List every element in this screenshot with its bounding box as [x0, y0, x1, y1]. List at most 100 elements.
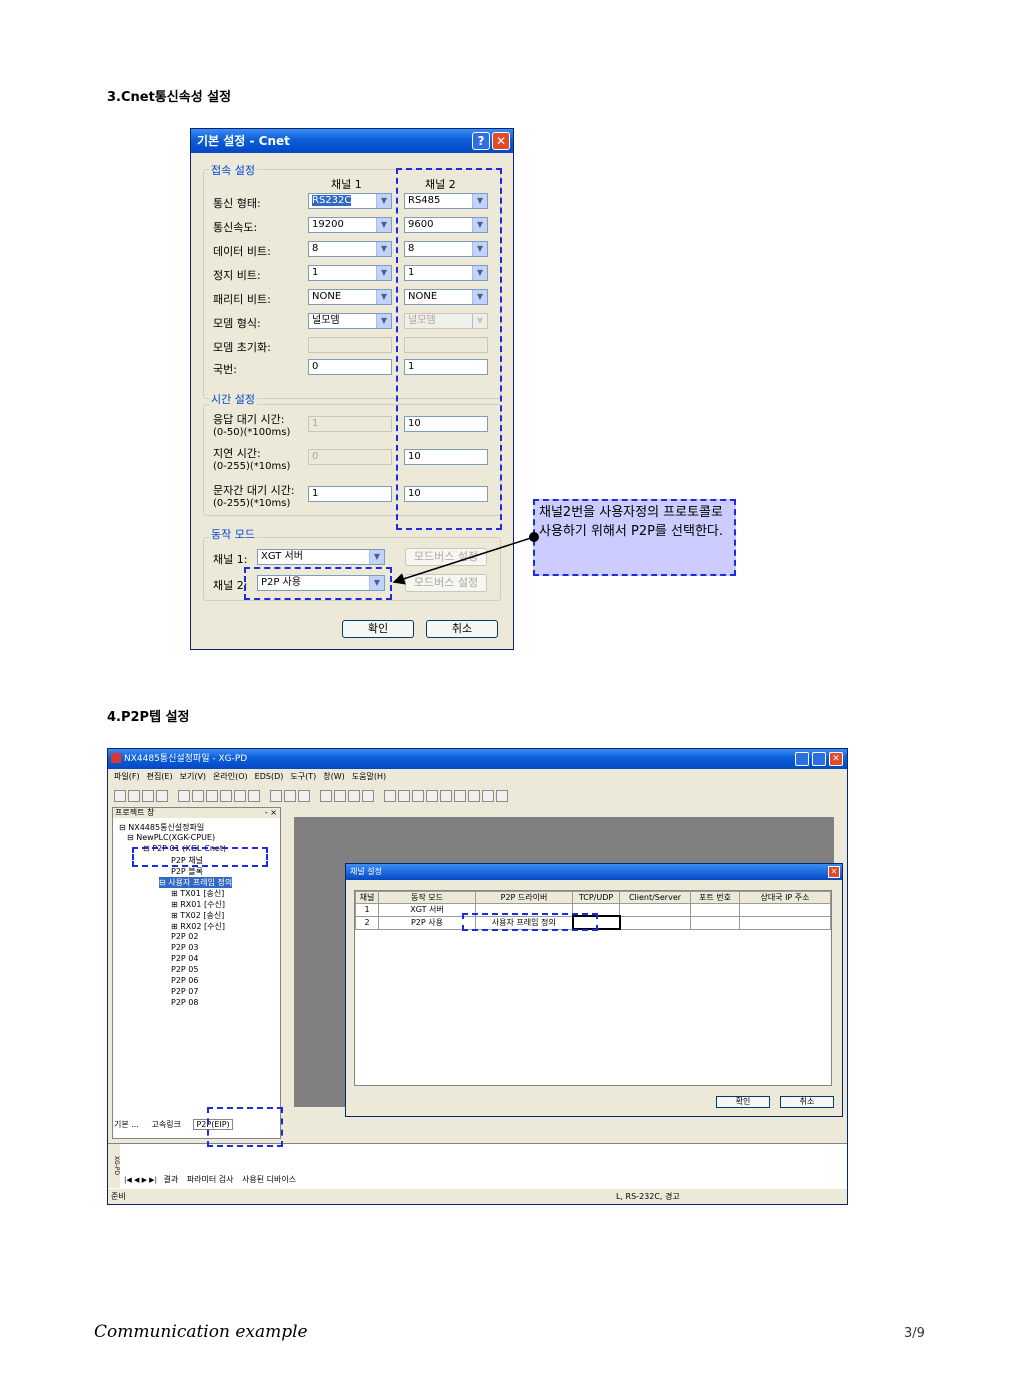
- project-pane-title: 프로젝트 창: [115, 808, 155, 817]
- status-left: 준비: [111, 1192, 126, 1201]
- table-header-row: 채널 동작 모드 P2P 드라이버 TCP/UDP Client/Server …: [355, 891, 831, 904]
- col-client-server: Client/Server: [619, 891, 691, 904]
- window-close-button[interactable]: ✕: [829, 752, 843, 766]
- xgpd-titlebar: NX4485통신설정파일 - XG-PD ✕: [108, 749, 847, 769]
- system-icon[interactable]: [468, 790, 480, 802]
- project-pane-header: 프로젝트 창 - ×: [113, 808, 280, 818]
- col-remote-ip: 상대국 IP 주소: [739, 891, 831, 904]
- menu-eds[interactable]: EDS(D): [255, 772, 284, 781]
- channel-dialog-titlebar: 채널 설정 ✕: [346, 864, 842, 880]
- menu-tools[interactable]: 도구(T): [290, 772, 316, 781]
- paste-icon[interactable]: [234, 790, 246, 802]
- write-icon[interactable]: [426, 790, 438, 802]
- menu-help[interactable]: 도움말(H): [352, 772, 386, 781]
- tree-item[interactable]: P2P 06: [171, 976, 198, 985]
- delete-icon[interactable]: [248, 790, 260, 802]
- menu-window[interactable]: 창(W): [323, 772, 345, 781]
- status-bar: 준비 L, RS-232C, 경고: [108, 1190, 847, 1203]
- tree-item-selected[interactable]: ⊟ 사용자 프레임 정의: [159, 877, 233, 888]
- menu-view[interactable]: 보기(V): [180, 772, 206, 781]
- save-icon[interactable]: [142, 790, 154, 802]
- open-icon[interactable]: [128, 790, 140, 802]
- redo-icon[interactable]: [192, 790, 204, 802]
- tree-item[interactable]: P2P 블록: [171, 866, 203, 877]
- window-cascade-icon[interactable]: [320, 790, 332, 802]
- output-tab-result[interactable]: 결과: [163, 1175, 178, 1184]
- disconnect-icon[interactable]: [398, 790, 410, 802]
- output-pane: XG-PD |◀ ◀ ▶ ▶| 결과 파라미터 검사 사용된 디바이스: [108, 1143, 847, 1189]
- undo-icon[interactable]: [178, 790, 190, 802]
- log-icon[interactable]: [482, 790, 494, 802]
- tree-item[interactable]: P2P 02: [171, 932, 198, 941]
- pane-controls[interactable]: - ×: [265, 808, 277, 818]
- table-cell: 1: [355, 903, 379, 917]
- status-right: L, RS-232C, 경고: [616, 1192, 680, 1201]
- table-cell[interactable]: [690, 915, 740, 930]
- menu-edit[interactable]: 편집(E): [147, 772, 173, 781]
- channel-settings-dialog: 채널 설정 ✕ 채널 동작 모드 P2P 드라이버 TCP/UDP Client…: [345, 863, 843, 1117]
- page-number: 3/9: [904, 1326, 925, 1341]
- new-icon[interactable]: [114, 790, 126, 802]
- table-cell[interactable]: XGT 서버: [378, 903, 476, 917]
- tree-item[interactable]: P2P 03: [171, 943, 198, 952]
- col-mode: 동작 모드: [378, 891, 476, 904]
- menu-online[interactable]: 온라인(O): [213, 772, 248, 781]
- copy-icon[interactable]: [220, 790, 232, 802]
- window-tile-v-icon[interactable]: [348, 790, 360, 802]
- p2p-tab-highlight: [207, 1107, 283, 1147]
- connect-icon[interactable]: [384, 790, 396, 802]
- table-cell[interactable]: [619, 915, 691, 930]
- p2p01-highlight: [132, 847, 268, 867]
- output-tab-param-check[interactable]: 파라미터 검사: [187, 1175, 234, 1184]
- zoom-in-icon[interactable]: [284, 790, 296, 802]
- table-cell: 2: [355, 915, 379, 930]
- print-icon[interactable]: [156, 790, 168, 802]
- toolbar: [114, 790, 574, 802]
- tree-item[interactable]: ⊟ NewPLC(XGK-CPUE): [127, 833, 215, 842]
- channel-dialog-title: 채널 설정: [350, 867, 382, 876]
- menu-file[interactable]: 파일(F): [114, 772, 140, 781]
- channel-cancel-button[interactable]: 취소: [780, 1096, 834, 1108]
- tree-item[interactable]: ⊟ NX4485통신설정파일: [119, 822, 204, 833]
- callout-arrow-1: [392, 536, 535, 585]
- output-tab-used-devices[interactable]: 사용된 디바이스: [242, 1175, 296, 1184]
- zoom-out-icon[interactable]: [298, 790, 310, 802]
- xgpd-title: NX4485통신설정파일 - XG-PD: [124, 754, 248, 764]
- channel-dialog-close-button[interactable]: ✕: [828, 866, 840, 878]
- tree-item[interactable]: ⊞ RX02 [수신]: [171, 921, 225, 932]
- tree-item[interactable]: ⊞ RX01 [수신]: [171, 899, 225, 910]
- tree-item[interactable]: ⊞ TX02 [송신]: [171, 910, 224, 921]
- maximize-button[interactable]: [812, 752, 826, 766]
- col-port: 포트 번호: [690, 891, 740, 904]
- col-tcp-udp: TCP/UDP: [572, 891, 620, 904]
- cut-icon[interactable]: [206, 790, 218, 802]
- tree-item[interactable]: P2P 08: [171, 998, 198, 1007]
- table-cell[interactable]: [739, 903, 831, 917]
- lock-icon[interactable]: [496, 790, 508, 802]
- col-channel: 채널: [355, 891, 379, 904]
- read-icon[interactable]: [412, 790, 424, 802]
- footer-title: Communication example: [94, 1322, 308, 1342]
- tree-item[interactable]: P2P 04: [171, 954, 198, 963]
- tree-item[interactable]: P2P 07: [171, 987, 198, 996]
- table-cell[interactable]: [690, 903, 740, 917]
- output-nav-icons[interactable]: |◀ ◀ ▶ ▶|: [124, 1176, 157, 1184]
- tree-item[interactable]: ⊞ TX01 [송신]: [171, 888, 224, 899]
- tree-item[interactable]: P2P 05: [171, 965, 198, 974]
- tab-highspeed-link[interactable]: 고속링크: [151, 1120, 180, 1129]
- monitor-icon[interactable]: [440, 790, 452, 802]
- output-side-label: XG-PD: [108, 1144, 120, 1188]
- window-tile-h-icon[interactable]: [334, 790, 346, 802]
- find-icon[interactable]: [270, 790, 282, 802]
- output-tabs: |◀ ◀ ▶ ▶| 결과 파라미터 검사 사용된 디바이스: [124, 1174, 296, 1185]
- tab-basic[interactable]: 기본 ...: [114, 1120, 139, 1129]
- table-cell[interactable]: [739, 915, 831, 930]
- window-arrange-icon[interactable]: [362, 790, 374, 802]
- table-cell[interactable]: [619, 903, 691, 917]
- section-4-title: 4.P2P텝 설정: [107, 710, 190, 725]
- diagnose-icon[interactable]: [454, 790, 466, 802]
- table-cell[interactable]: P2P 사용: [378, 915, 476, 930]
- minimize-button[interactable]: [795, 752, 809, 766]
- channel-ok-button[interactable]: 확인: [716, 1096, 770, 1108]
- app-logo-icon: [111, 753, 121, 763]
